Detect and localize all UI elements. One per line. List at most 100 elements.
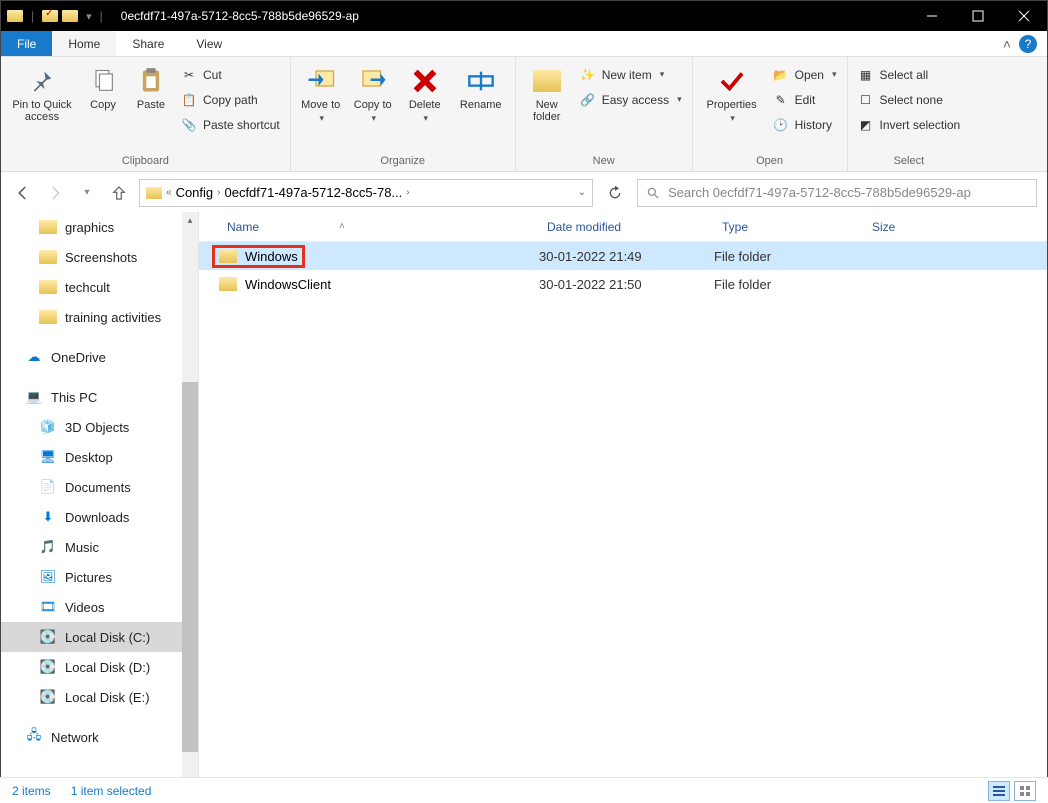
tree-item-local-disk-d[interactable]: 💽Local Disk (D:)	[1, 652, 198, 682]
folder-icon	[39, 249, 57, 265]
copy-to-button[interactable]: Copy to▾	[349, 61, 397, 124]
label: Type	[722, 220, 748, 234]
folder-icon	[39, 309, 57, 325]
tree-item-training[interactable]: training activities	[1, 302, 198, 332]
pictures-icon: 🖼	[39, 569, 57, 585]
scroll-up-button[interactable]: ▴	[182, 212, 198, 228]
label: History	[795, 118, 832, 132]
tree-item-desktop[interactable]: 🖥Desktop	[1, 442, 198, 472]
file-list-area: Name˄ Date modified Type Size Windows 30…	[199, 212, 1047, 778]
new-item-button[interactable]: ✨New item▾	[576, 63, 686, 86]
tree-item-thispc[interactable]: 💻This PC	[1, 382, 198, 412]
breadcrumb-segment[interactable]: Config	[176, 185, 214, 200]
copy-to-icon	[357, 65, 389, 97]
paste-button[interactable]: Paste	[129, 61, 173, 111]
tree-item-videos[interactable]: 🎞Videos	[1, 592, 198, 622]
pin-quick-access-button[interactable]: Pin to Quick access	[7, 61, 77, 123]
invert-selection-button[interactable]: ◩Invert selection	[854, 113, 965, 136]
tree-item-3dobjects[interactable]: 🧊3D Objects	[1, 412, 198, 442]
close-button[interactable]	[1001, 1, 1047, 31]
tree-item-music[interactable]: 🎵Music	[1, 532, 198, 562]
delete-button[interactable]: Delete▾	[401, 61, 449, 124]
label: Edit	[795, 93, 816, 107]
maximize-button[interactable]	[955, 1, 1001, 31]
up-button[interactable]	[107, 181, 131, 205]
breadcrumb-segment[interactable]: 0ecfdf71-497a-5712-8cc5-78...	[224, 185, 402, 200]
search-input[interactable]: Search 0ecfdf71-497a-5712-8cc5-788b5de96…	[637, 179, 1037, 207]
separator: |	[100, 9, 103, 23]
tree-item-local-disk-e[interactable]: 💽Local Disk (E:)	[1, 682, 198, 712]
tree-item-graphics[interactable]: graphics	[1, 212, 198, 242]
select-none-button[interactable]: ☐Select none	[854, 88, 965, 111]
label: Copy	[90, 99, 116, 111]
tree-item-documents[interactable]: 📄Documents	[1, 472, 198, 502]
dropdown-icon[interactable]: ⌄	[578, 187, 586, 198]
column-header-name[interactable]: Name˄	[219, 220, 539, 234]
folder-icon	[146, 187, 162, 199]
tab-share[interactable]: Share	[116, 31, 180, 56]
history-button[interactable]: 🕑History	[769, 113, 841, 136]
paste-shortcut-button[interactable]: 📎Paste shortcut	[177, 113, 284, 136]
rename-button[interactable]: Rename	[453, 61, 509, 111]
column-header-date[interactable]: Date modified	[539, 220, 714, 234]
invert-selection-icon: ◩	[858, 117, 874, 133]
icons-view-button[interactable]	[1014, 781, 1036, 801]
tree-item-network[interactable]: 🖧Network	[1, 722, 198, 752]
back-button[interactable]	[11, 181, 35, 205]
refresh-button[interactable]	[601, 179, 629, 207]
tab-file[interactable]: File	[1, 31, 52, 56]
label: techcult	[65, 280, 110, 295]
tab-view[interactable]: View	[180, 31, 238, 56]
forward-button[interactable]	[43, 181, 67, 205]
tree-item-pictures[interactable]: 🖼Pictures	[1, 562, 198, 592]
file-row-windowsclient[interactable]: WindowsClient 30-01-2022 21:50 File fold…	[199, 270, 1047, 298]
label: New folder	[522, 99, 572, 123]
move-to-button[interactable]: Move to▾	[297, 61, 345, 124]
ribbon-group-open: Properties▾ 📂Open▾ ✎Edit 🕑History Open	[693, 57, 848, 171]
ribbon-group-clipboard: Pin to Quick access Copy Paste ✂Cut 📋Cop…	[1, 57, 291, 171]
properties-button[interactable]: Properties▾	[699, 61, 765, 124]
label: Rename	[460, 99, 502, 111]
folder-checked-icon	[42, 10, 58, 22]
overflow-icon[interactable]: ▾	[86, 10, 92, 23]
copy-path-icon: 📋	[181, 92, 197, 108]
cut-button[interactable]: ✂Cut	[177, 63, 284, 86]
column-header-type[interactable]: Type	[714, 220, 864, 234]
label: Documents	[65, 480, 131, 495]
collapse-ribbon-icon[interactable]: ˄	[1003, 36, 1011, 52]
tree-item-local-disk-c[interactable]: 💽Local Disk (C:)	[1, 622, 198, 652]
tree-item-onedrive[interactable]: ☁OneDrive	[1, 342, 198, 372]
tree-item-downloads[interactable]: ⬇Downloads	[1, 502, 198, 532]
chevron-down-icon: ▾	[730, 113, 735, 124]
file-date: 30-01-2022 21:50	[539, 277, 714, 292]
label: Date modified	[547, 220, 621, 234]
network-icon: 🖧	[25, 729, 43, 745]
status-bar: 2 items 1 item selected	[0, 777, 1048, 803]
minimize-button[interactable]	[909, 1, 955, 31]
scissors-icon: ✂	[181, 67, 197, 83]
folder-icon	[62, 10, 78, 22]
help-icon[interactable]: ?	[1019, 35, 1037, 53]
easy-access-button[interactable]: 🔗Easy access▾	[576, 88, 686, 111]
downloads-icon: ⬇	[39, 509, 57, 525]
chevron-down-icon: ▾	[677, 94, 682, 105]
address-bar[interactable]: « Config › 0ecfdf71-497a-5712-8cc5-78...…	[139, 179, 593, 207]
details-view-button[interactable]	[988, 781, 1010, 801]
tree-item-screenshots[interactable]: Screenshots	[1, 242, 198, 272]
recent-dropdown[interactable]: ▾	[75, 181, 99, 205]
tab-home[interactable]: Home	[52, 31, 116, 56]
edit-button[interactable]: ✎Edit	[769, 88, 841, 111]
select-all-button[interactable]: ▦Select all	[854, 63, 965, 86]
copy-path-button[interactable]: 📋Copy path	[177, 88, 284, 111]
tree-item-techcult[interactable]: techcult	[1, 272, 198, 302]
copy-button[interactable]: Copy	[81, 61, 125, 111]
file-name: Windows	[245, 249, 298, 264]
videos-icon: 🎞	[39, 599, 57, 615]
scrollbar-thumb[interactable]	[182, 382, 198, 752]
column-header-size[interactable]: Size	[864, 220, 964, 234]
open-button[interactable]: 📂Open▾	[769, 63, 841, 86]
titlebar-quick-icons: | ▾ |	[1, 9, 113, 23]
file-row-windows[interactable]: Windows 30-01-2022 21:49 File folder	[199, 242, 1047, 270]
folder-icon	[39, 219, 57, 235]
new-folder-button[interactable]: New folder	[522, 61, 572, 123]
